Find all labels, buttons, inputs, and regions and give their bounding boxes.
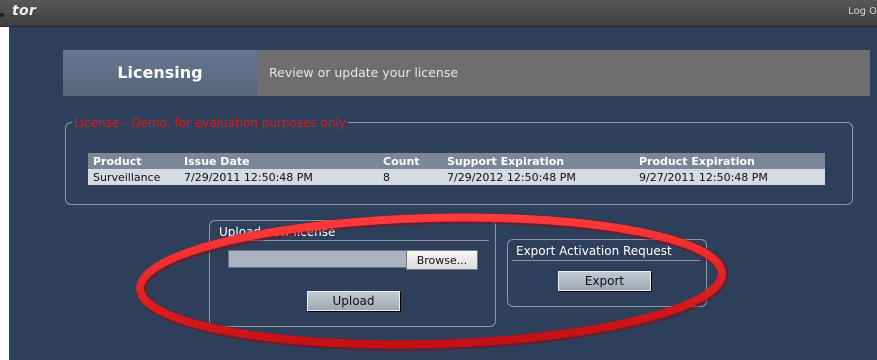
column-header-count: Count bbox=[378, 153, 442, 169]
export-divider bbox=[512, 260, 700, 261]
app-window: tor Log O Licensing Review or update you… bbox=[0, 0, 877, 360]
upload-divider bbox=[214, 240, 489, 241]
license-table: Product Issue Date Count Support Expirat… bbox=[88, 153, 825, 185]
top-header-bar: tor Log O bbox=[0, 0, 877, 27]
cell-issue-date: 7/29/2011 12:50:48 PM bbox=[179, 169, 378, 185]
upload-license-panel: Upload new license Browse... Upload bbox=[209, 220, 496, 327]
column-header-product: Product bbox=[88, 153, 179, 169]
column-header-support-expiration: Support Expiration bbox=[442, 153, 634, 169]
table-row: Surveillance 7/29/2011 12:50:48 PM 8 7/2… bbox=[88, 169, 825, 185]
upload-button[interactable]: Upload bbox=[307, 291, 400, 311]
export-activation-panel: Export Activation Request Export bbox=[507, 239, 707, 307]
export-activation-legend: Export Activation Request bbox=[516, 244, 672, 258]
upload-license-legend: Upload new license bbox=[219, 225, 336, 239]
page-subtitle: Review or update your license bbox=[269, 65, 459, 80]
license-status-legend: License - Demo, for evaluation purposes … bbox=[72, 116, 348, 130]
column-header-product-expiration: Product Expiration bbox=[634, 153, 825, 169]
cell-product: Surveillance bbox=[88, 169, 179, 185]
export-button[interactable]: Export bbox=[558, 271, 651, 291]
cell-product-expiration: 9/27/2011 12:50:48 PM bbox=[634, 169, 825, 185]
section-title-block: Licensing bbox=[63, 50, 257, 96]
main-content: Licensing Review or update your license … bbox=[9, 27, 877, 360]
browse-button[interactable]: Browse... bbox=[406, 250, 478, 270]
section-description-block: Review or update your license bbox=[257, 50, 870, 96]
license-file-input[interactable] bbox=[228, 250, 408, 268]
cell-support-expiration: 7/29/2012 12:50:48 PM bbox=[442, 169, 634, 185]
column-header-issue-date: Issue Date bbox=[179, 153, 378, 169]
page-title: Licensing bbox=[117, 63, 203, 82]
cell-count: 8 bbox=[378, 169, 442, 185]
header-dot-icon bbox=[0, 13, 4, 17]
license-table-header-row: Product Issue Date Count Support Expirat… bbox=[88, 153, 825, 169]
license-info-panel: License - Demo, for evaluation purposes … bbox=[65, 116, 853, 205]
app-title: tor bbox=[12, 3, 37, 19]
logout-link[interactable]: Log O bbox=[848, 6, 877, 17]
